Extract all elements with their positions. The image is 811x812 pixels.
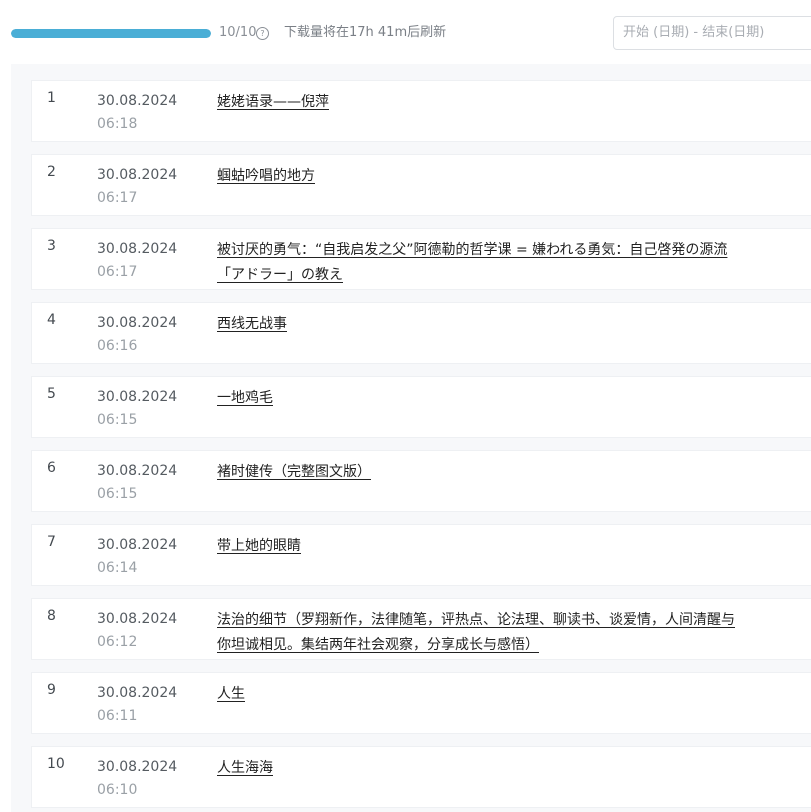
row-date: 30.08.2024 <box>97 611 178 627</box>
row-index: 4 <box>47 312 56 328</box>
download-row: 9 30.08.2024 06:11 人生 <box>31 672 811 734</box>
quota-refresh-text: 下载量将在17h 41m后刷新 <box>284 25 447 40</box>
row-date: 30.08.2024 <box>97 537 178 553</box>
row-time: 06:14 <box>97 560 138 576</box>
book-title-link[interactable]: 被讨厌的勇气：“自我启发之父”阿德勒的哲学课 = 嫌われる勇気：自己啓発の源流「… <box>217 238 742 288</box>
book-title-link[interactable]: 一地鸡毛 <box>217 386 742 411</box>
row-index: 7 <box>47 534 56 550</box>
book-title-link[interactable]: 姥姥语录——倪萍 <box>217 90 742 115</box>
book-title-link[interactable]: 蝈蛄吟唱的地方 <box>217 164 742 189</box>
download-history-page: 10/10 ? 下载量将在17h 41m后刷新 开始 (日期) - 结束(日期)… <box>0 0 811 812</box>
row-date: 30.08.2024 <box>97 167 178 183</box>
download-row: 3 30.08.2024 06:17 被讨厌的勇气：“自我启发之父”阿德勒的哲学… <box>31 228 811 290</box>
row-time: 06:17 <box>97 264 138 280</box>
book-title-link[interactable]: 褚时健传（完整图文版） <box>217 460 742 485</box>
download-row: 1 30.08.2024 06:18 姥姥语录——倪萍 <box>31 80 811 142</box>
row-index: 5 <box>47 386 56 402</box>
row-time: 06:10 <box>97 782 138 798</box>
book-title-link[interactable]: 人生 <box>217 682 742 707</box>
row-index: 6 <box>47 460 56 476</box>
download-list: 1 30.08.2024 06:18 姥姥语录——倪萍 2 30.08.2024… <box>11 64 811 812</box>
book-title-link[interactable]: 人生海海 <box>217 756 742 781</box>
download-row: 4 30.08.2024 06:16 西线无战事 <box>31 302 811 364</box>
row-index: 8 <box>47 608 56 624</box>
row-index: 1 <box>47 90 56 106</box>
row-time: 06:18 <box>97 116 138 132</box>
quota-progress-bar <box>11 29 211 38</box>
download-quota-bar: 10/10 ? 下载量将在17h 41m后刷新 开始 (日期) - 结束(日期) <box>0 0 811 64</box>
row-time: 06:15 <box>97 412 138 428</box>
download-row: 5 30.08.2024 06:15 一地鸡毛 <box>31 376 811 438</box>
download-row: 2 30.08.2024 06:17 蝈蛄吟唱的地方 <box>31 154 811 216</box>
row-date: 30.08.2024 <box>97 93 178 109</box>
row-index: 10 <box>47 756 65 772</box>
row-index: 2 <box>47 164 56 180</box>
row-date: 30.08.2024 <box>97 315 178 331</box>
row-index: 3 <box>47 238 56 254</box>
row-date: 30.08.2024 <box>97 463 178 479</box>
row-time: 06:17 <box>97 190 138 206</box>
book-title-link[interactable]: 西线无战事 <box>217 312 742 337</box>
download-row: 6 30.08.2024 06:15 褚时健传（完整图文版） <box>31 450 811 512</box>
book-title-link[interactable]: 带上她的眼睛 <box>217 534 742 559</box>
download-row: 10 30.08.2024 06:10 人生海海 <box>31 746 811 808</box>
download-row: 7 30.08.2024 06:14 带上她的眼睛 <box>31 524 811 586</box>
row-time: 06:12 <box>97 634 138 650</box>
download-row: 8 30.08.2024 06:12 法治的细节（罗翔新作，法律随笔，评热点、论… <box>31 598 811 660</box>
row-index: 9 <box>47 682 56 698</box>
book-title-link[interactable]: 法治的细节（罗翔新作，法律随笔，评热点、论法理、聊读书、谈爱情，人间清醒与你坦诚… <box>217 608 742 658</box>
row-time: 06:11 <box>97 708 138 724</box>
row-date: 30.08.2024 <box>97 685 178 701</box>
quota-progress-fill <box>11 29 211 38</box>
row-time: 06:16 <box>97 338 138 354</box>
quota-count: 10/10 <box>219 25 257 40</box>
date-range-filter[interactable]: 开始 (日期) - 结束(日期) <box>613 16 811 50</box>
help-circle-icon[interactable]: ? <box>256 27 269 40</box>
row-time: 06:15 <box>97 486 138 502</box>
row-date: 30.08.2024 <box>97 241 178 257</box>
row-date: 30.08.2024 <box>97 389 178 405</box>
row-date: 30.08.2024 <box>97 759 178 775</box>
